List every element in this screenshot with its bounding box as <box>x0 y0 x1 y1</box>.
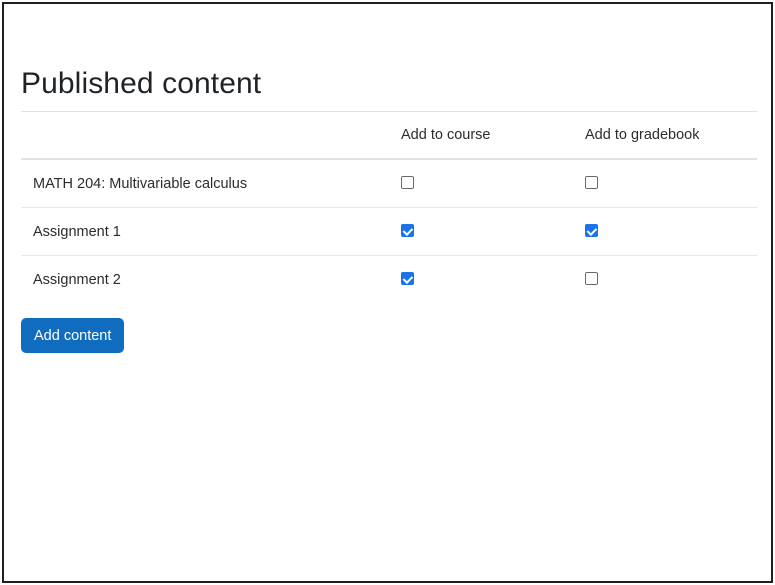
add-to-gradebook-checkbox[interactable] <box>585 224 598 237</box>
add-to-course-checkbox[interactable] <box>401 224 414 237</box>
row-title: Assignment 2 <box>33 271 121 288</box>
cell-add-to-gradebook <box>585 159 757 208</box>
table-row: MATH 204: Multivariable calculus <box>21 159 757 208</box>
add-to-gradebook-checkbox[interactable] <box>585 272 598 285</box>
cell-add-to-gradebook <box>585 207 757 256</box>
row-title: MATH 204: Multivariable calculus <box>21 159 401 208</box>
window-frame: Published content Add to course Add to g… <box>2 2 773 583</box>
page-title: Published content <box>21 64 757 112</box>
published-content-table: Add to course Add to gradebook MATH 204:… <box>21 112 757 303</box>
cell-add-to-course <box>401 207 585 256</box>
header-title <box>21 112 401 160</box>
add-to-gradebook-checkbox[interactable] <box>585 176 598 189</box>
header-add-to-course: Add to course <box>401 112 585 160</box>
row-title: Assignment 1 <box>21 207 401 256</box>
header-add-to-gradebook: Add to gradebook <box>585 112 757 160</box>
table-row: Assignment 2 <box>21 256 757 304</box>
main-content: Published content Add to course Add to g… <box>21 64 757 303</box>
add-content-button[interactable]: Add content <box>21 318 125 353</box>
table-header-row: Add to course Add to gradebook <box>21 112 757 160</box>
cell-add-to-course <box>401 159 585 208</box>
add-to-course-checkbox[interactable] <box>401 272 414 285</box>
cell-add-to-course <box>401 256 585 304</box>
table-row: Assignment 1 <box>21 207 757 256</box>
cell-add-to-gradebook <box>585 256 757 304</box>
add-to-course-checkbox[interactable] <box>401 176 414 189</box>
